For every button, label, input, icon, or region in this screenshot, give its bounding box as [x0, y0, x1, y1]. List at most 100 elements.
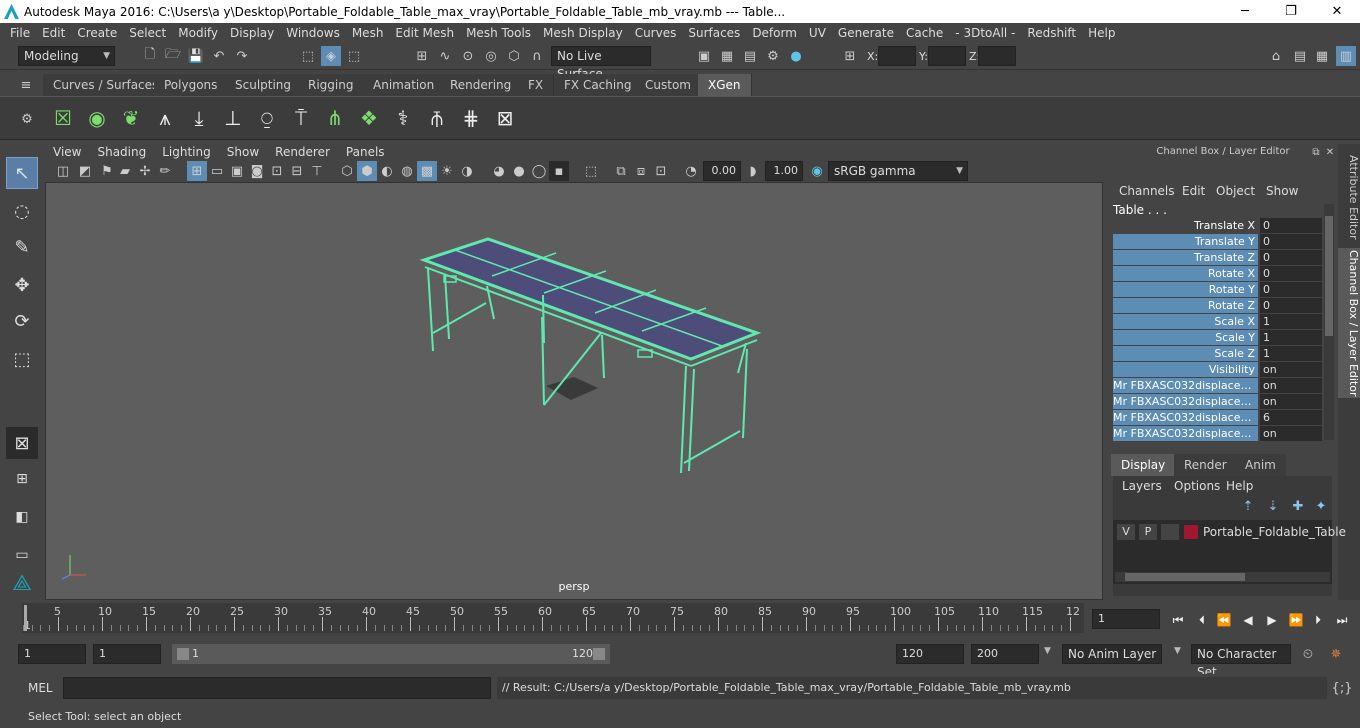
- layer-color-swatch[interactable]: [1184, 525, 1198, 539]
- time-ruler[interactable]: 1 5 10 15 20 25 30 35 40 45 50 55 60 65 70 75 80 85 90 95 1…: [22, 603, 1084, 633]
- channel-row[interactable]: Mr FBXASC032displaceme... on: [1113, 394, 1322, 409]
- open-scene-icon[interactable]: 🗁: [163, 46, 183, 66]
- render-settings-icon[interactable]: ⚙: [763, 46, 783, 66]
- channel-value[interactable]: 0: [1260, 282, 1322, 297]
- animation-start-field[interactable]: 1: [18, 644, 86, 664]
- shelf-tab-xgen[interactable]: XGen: [698, 74, 752, 96]
- range-slider[interactable]: 1 120: [172, 644, 610, 664]
- new-scene-icon[interactable]: 🗋: [140, 46, 160, 66]
- play-forwards-icon[interactable]: ▶: [1262, 612, 1282, 628]
- single-pane-layout-icon[interactable]: ⊠: [6, 427, 38, 459]
- xray-components-icon[interactable]: ⧈: [631, 161, 651, 181]
- menu-windows[interactable]: Windows: [280, 26, 346, 40]
- film-gate-icon[interactable]: ▭: [207, 161, 227, 181]
- menu-mesh-tools[interactable]: Mesh Tools: [460, 26, 537, 40]
- xgen-leaf-icon[interactable]: ❦: [116, 101, 146, 135]
- viewport-persp[interactable]: persp: [45, 182, 1103, 600]
- z-field[interactable]: [978, 46, 1016, 66]
- channel-row[interactable]: Mr FBXASC032displaceme... on: [1113, 378, 1322, 393]
- shaded-wireframe-icon[interactable]: ◐: [377, 161, 397, 181]
- channel-row[interactable]: Translate Z 0: [1113, 250, 1322, 265]
- step-back-frame-icon[interactable]: ⏴: [1192, 612, 1212, 628]
- depth-of-field-icon[interactable]: ▪: [549, 161, 569, 181]
- exposure-field[interactable]: 0.00: [703, 161, 741, 181]
- new-layer-selected-icon[interactable]: ✦: [1311, 496, 1331, 516]
- delete-guides-icon[interactable]: ⊠: [490, 101, 520, 135]
- range-end-handle[interactable]: [593, 648, 605, 660]
- move-tool-icon[interactable]: ✥: [6, 269, 38, 301]
- color-space-dropdown[interactable]: sRGB gamma ▼: [828, 161, 968, 181]
- xray-icon[interactable]: ▩: [417, 161, 437, 181]
- layer-horizontal-scrollbar[interactable]: [1115, 572, 1330, 582]
- viewport-menu-shading[interactable]: Shading: [89, 145, 154, 159]
- menu-generate[interactable]: Generate: [832, 26, 900, 40]
- mode-dropdown[interactable]: Modeling ▼: [18, 46, 115, 66]
- bookmark-icon[interactable]: ⚑: [97, 161, 117, 181]
- step-back-key-icon[interactable]: ⏪: [1214, 612, 1234, 628]
- textured-icon[interactable]: ◍: [397, 161, 417, 181]
- gate-mask-icon[interactable]: ◙: [247, 161, 267, 181]
- comb-guides-icon[interactable]: ⫚: [422, 101, 452, 135]
- tab-display[interactable]: Display: [1111, 454, 1176, 476]
- modeling-toolkit-icon[interactable]: ⌂: [1266, 46, 1286, 66]
- render-icon[interactable]: ▦: [717, 46, 737, 66]
- lighting-icon[interactable]: ☀: [437, 161, 457, 181]
- viewport-menu-lighting[interactable]: Lighting: [154, 145, 219, 159]
- magnet-icon[interactable]: ∩: [527, 46, 547, 66]
- menu-select[interactable]: Select: [123, 26, 172, 40]
- channel-row[interactable]: Visibility on: [1113, 362, 1322, 377]
- select-object-icon[interactable]: ◈: [321, 46, 341, 66]
- viewport-menu-view[interactable]: View: [45, 145, 89, 159]
- menu-curves[interactable]: Curves: [629, 26, 683, 40]
- shelf-tab-sculpting[interactable]: Sculpting: [225, 74, 303, 96]
- play-backwards-icon[interactable]: ◀: [1238, 612, 1258, 628]
- channel-row[interactable]: Scale Y 1: [1113, 330, 1322, 345]
- channel-value[interactable]: 6: [1260, 410, 1322, 425]
- menu-edit-mesh[interactable]: Edit Mesh: [389, 26, 460, 40]
- redo-icon[interactable]: ↷: [232, 46, 252, 66]
- menu-surfaces[interactable]: Surfaces: [682, 26, 746, 40]
- live-surface-field[interactable]: No Live Surface: [551, 46, 651, 81]
- menu-mesh[interactable]: Mesh: [346, 26, 390, 40]
- close-panel-icon[interactable]: ✕: [1320, 142, 1340, 162]
- go-to-start-icon[interactable]: ⏮: [1168, 612, 1188, 628]
- channel-scrollbar[interactable]: [1324, 204, 1334, 440]
- menu-3dtoall[interactable]: - 3DtoAll -: [949, 26, 1021, 40]
- safe-action-icon[interactable]: ⊟: [287, 161, 307, 181]
- 2d-pan-zoom-icon[interactable]: ✢: [135, 161, 155, 181]
- shelf-tab-rigging[interactable]: Rigging: [298, 74, 365, 96]
- scrollbar-thumb[interactable]: [1325, 216, 1333, 336]
- help-menu[interactable]: Help: [1226, 479, 1253, 493]
- channel-value[interactable]: 1: [1260, 314, 1322, 329]
- current-frame-field[interactable]: 1: [1092, 609, 1160, 629]
- anim-layer-dropdown[interactable]: No Anim Layer: [1062, 644, 1162, 664]
- script-editor-icon[interactable]: {;}: [1332, 678, 1353, 698]
- layer-row[interactable]: V P Portable_Foldable_Table: [1117, 524, 1346, 542]
- select-component-icon[interactable]: ⬚: [344, 46, 364, 66]
- tab-channel-box[interactable]: Channel Box / Layer Editor: [1338, 248, 1360, 398]
- scrollbar-thumb[interactable]: [1125, 573, 1245, 581]
- place-guides-icon[interactable]: ⤓: [184, 101, 214, 135]
- menu-help[interactable]: Help: [1082, 26, 1121, 40]
- step-forward-key-icon[interactable]: ⏩: [1286, 612, 1306, 628]
- shelf-tab-custom[interactable]: Custom: [635, 74, 702, 96]
- new-layer-icon[interactable]: ✚: [1288, 496, 1308, 516]
- mel-input[interactable]: [63, 677, 491, 699]
- rotate-tool-icon[interactable]: ⟳: [6, 305, 38, 337]
- move-layer-up-icon[interactable]: ⇡: [1238, 496, 1258, 516]
- menu-uv[interactable]: UV: [803, 26, 832, 40]
- edit-menu[interactable]: Edit: [1182, 184, 1205, 198]
- render-frame-icon[interactable]: ▣: [694, 46, 714, 66]
- gamma-icon[interactable]: ◗: [743, 161, 763, 181]
- character-set-dropdown[interactable]: No Character Set: [1191, 644, 1291, 679]
- shelf-tab-polygons[interactable]: Polygons: [154, 74, 229, 96]
- anti-aliasing-icon[interactable]: ◯: [529, 161, 549, 181]
- menu-create[interactable]: Create: [71, 26, 123, 40]
- y-field[interactable]: [928, 46, 966, 66]
- viewport-menu-renderer[interactable]: Renderer: [267, 145, 338, 159]
- add-primitive-icon[interactable]: ⊥: [218, 101, 248, 135]
- shelf-tab-fx[interactable]: FX: [518, 74, 555, 96]
- channel-value[interactable]: on: [1260, 362, 1322, 377]
- add-guides-icon[interactable]: ⩚: [150, 101, 180, 135]
- snap-grid-icon[interactable]: ⊞: [412, 46, 432, 66]
